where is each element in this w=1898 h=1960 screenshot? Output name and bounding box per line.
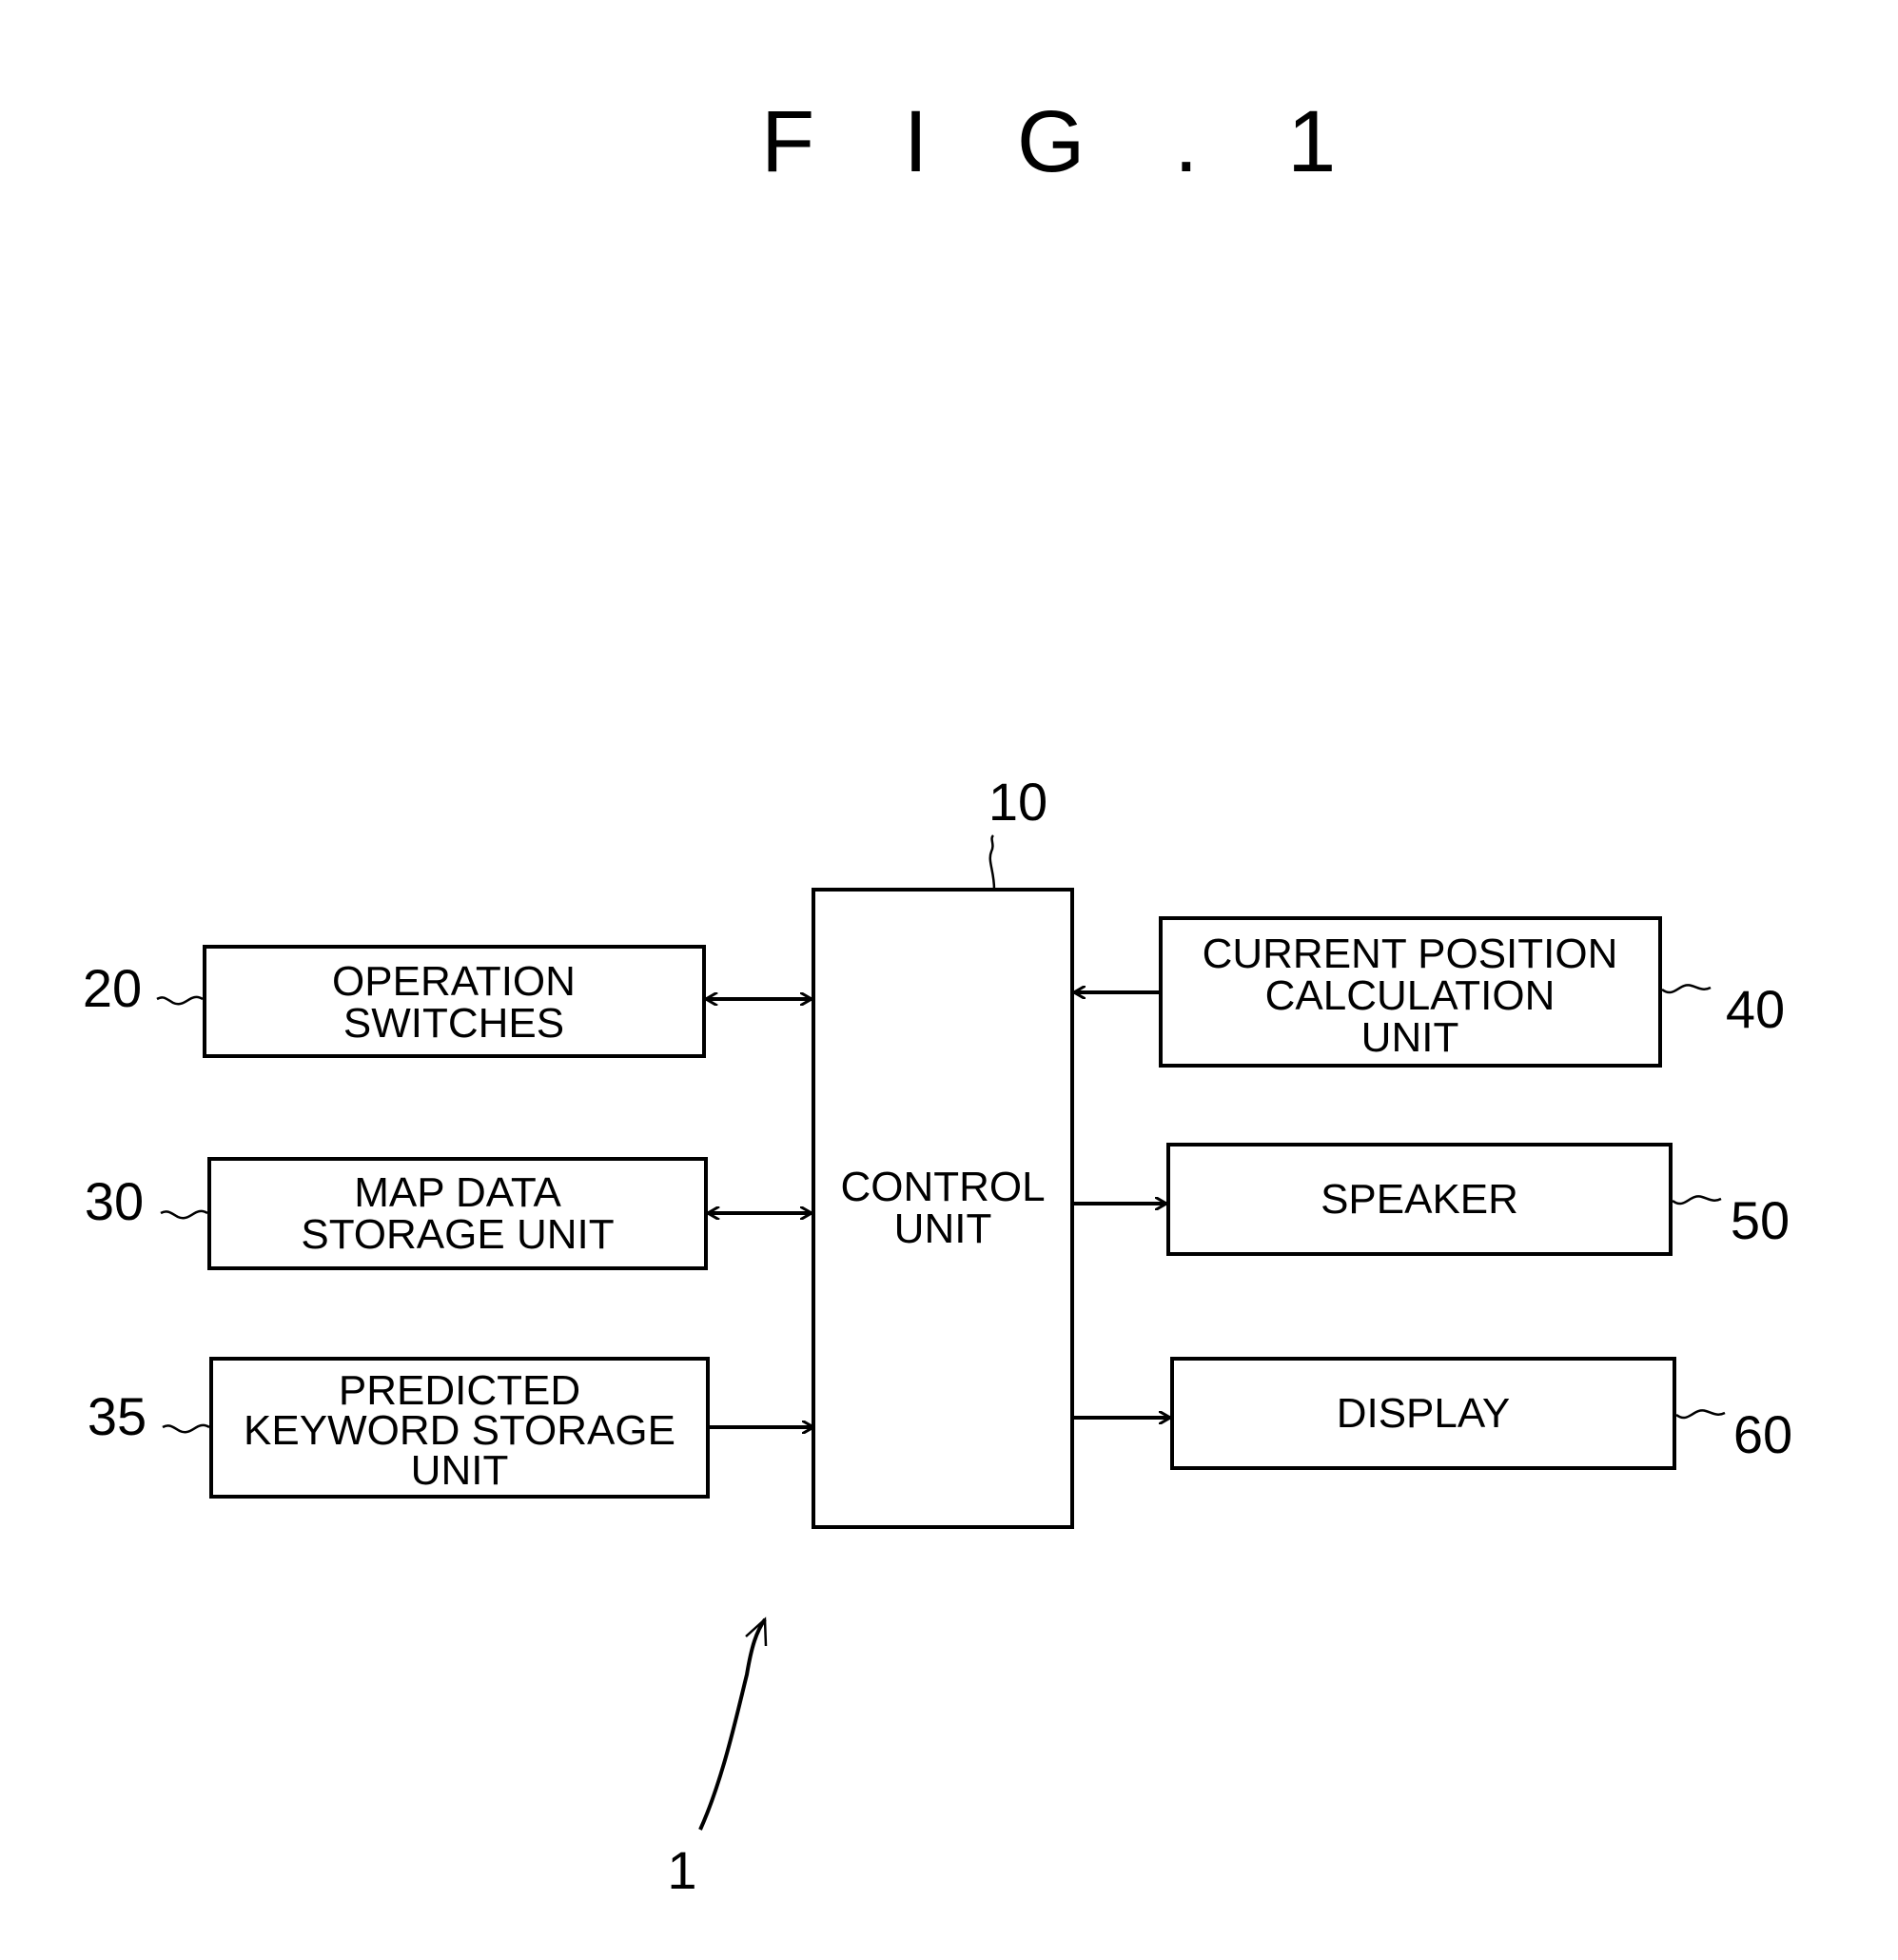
control-unit-ref: 10 (988, 772, 1047, 832)
operation-switches-block: OPERATION SWITCHES 20 (83, 945, 812, 1058)
operation-switches-ref: 20 (83, 958, 142, 1018)
speaker-label: SPEAKER (1321, 1176, 1518, 1223)
operation-switches-label-line-2: SWITCHES (343, 1000, 564, 1047)
speaker-ref: 50 (1731, 1190, 1790, 1250)
control-unit-block: CONTROL UNIT 10 (812, 772, 1074, 1529)
control-unit-label-line-1: CONTROL (840, 1164, 1045, 1210)
current-position-calculation-label-line-2: CALCULATION (1265, 972, 1556, 1019)
map-data-storage-block: MAP DATA STORAGE UNIT 30 (85, 1157, 812, 1270)
current-position-calculation-block: CURRENT POSITION CALCULATION UNIT 40 (1074, 916, 1785, 1068)
figure-title: F I G . 1 (761, 93, 1368, 190)
predicted-keyword-storage-ref: 35 (88, 1386, 147, 1446)
system-reference: 1 (667, 1617, 768, 1900)
speaker-block: SPEAKER 50 (1074, 1143, 1790, 1256)
system-reference-arrow (698, 1617, 767, 1831)
display-label: DISPLAY (1337, 1390, 1511, 1437)
map-data-storage-leader-line (160, 1209, 208, 1220)
display-ref: 60 (1733, 1404, 1792, 1464)
current-position-calculation-leader-line (1661, 984, 1712, 994)
control-unit-label-line-2: UNIT (894, 1205, 992, 1252)
operation-switches-leader-line (156, 995, 204, 1006)
current-position-calculation-label-line-1: CURRENT POSITION (1203, 931, 1618, 977)
map-data-storage-label-line-2: STORAGE UNIT (301, 1211, 614, 1258)
speaker-leader-line (1672, 1195, 1722, 1205)
predicted-keyword-storage-label-line-3: UNIT (411, 1447, 509, 1494)
operation-switches-label-line-1: OPERATION (332, 958, 576, 1005)
current-position-calculation-label-line-3: UNIT (1361, 1014, 1459, 1061)
block-diagram: F I G . 1 CONTROL UNIT 10 OPERATION SWIT… (83, 93, 1792, 1900)
system-ref-label: 1 (667, 1840, 696, 1900)
display-leader-line (1675, 1409, 1726, 1420)
map-data-storage-ref: 30 (85, 1171, 144, 1231)
map-data-storage-label-line-1: MAP DATA (354, 1169, 561, 1216)
display-block: DISPLAY 60 (1074, 1357, 1792, 1470)
current-position-calculation-ref: 40 (1726, 979, 1785, 1039)
predicted-keyword-storage-leader-line (162, 1423, 210, 1434)
predicted-keyword-storage-block: PREDICTED KEYWORD STORAGE UNIT 35 (88, 1357, 813, 1499)
control-unit-leader-line (988, 834, 996, 891)
